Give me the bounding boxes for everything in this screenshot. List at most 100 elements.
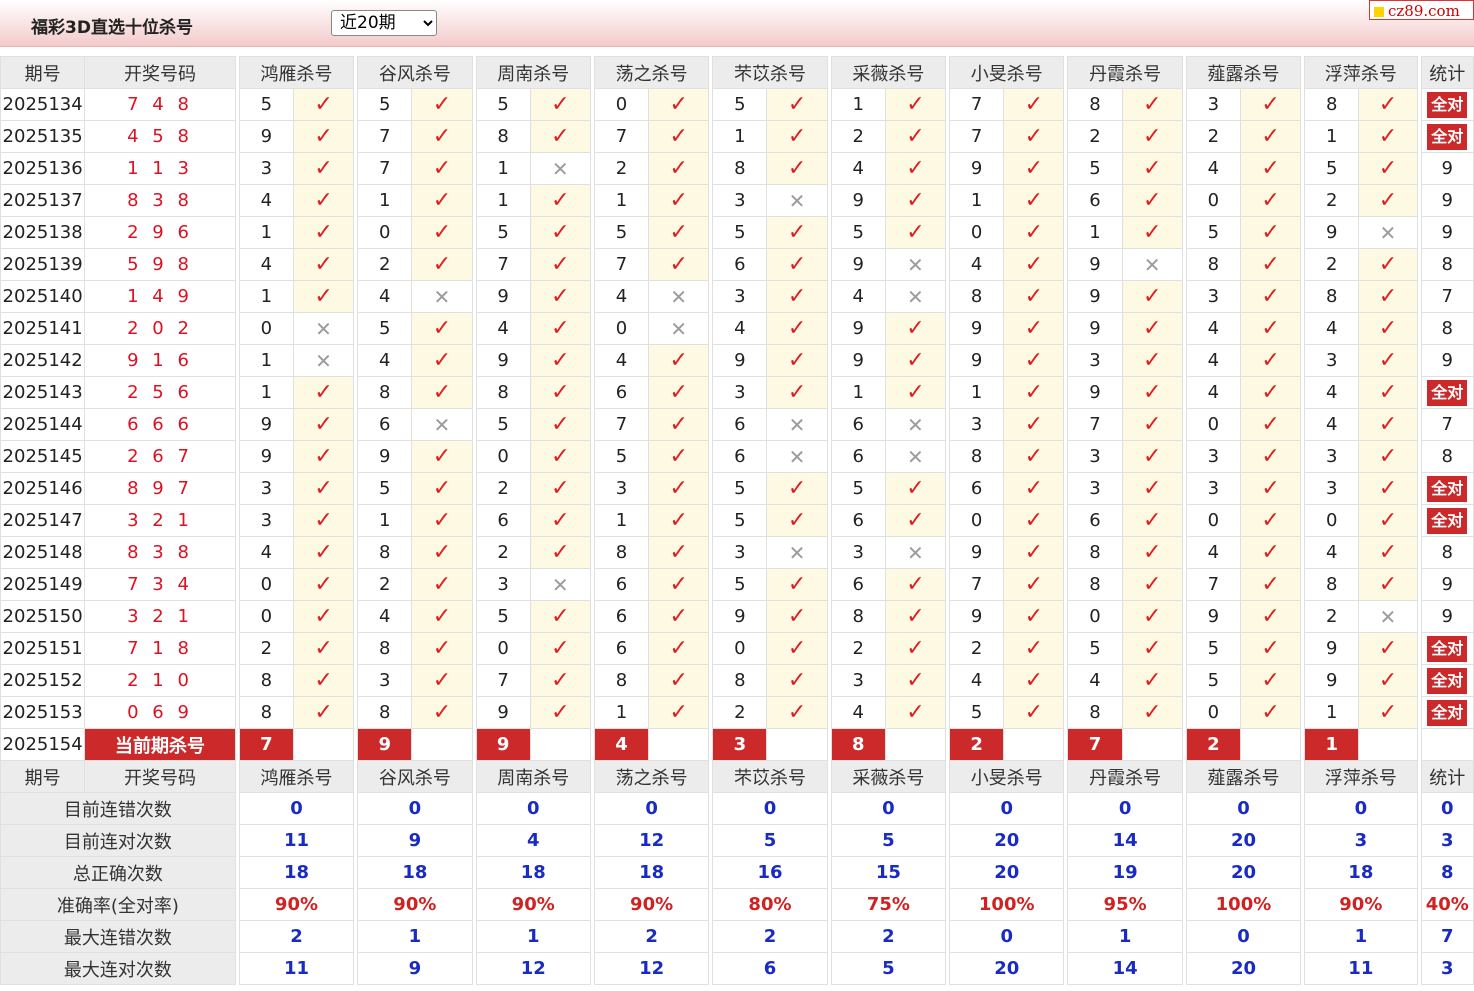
check-icon: ✓	[1024, 252, 1044, 277]
all-correct-badge: 全对	[1427, 475, 1468, 502]
stat-value: 8	[1441, 254, 1453, 275]
stat-cell: 全对	[1420, 632, 1474, 665]
result-mark: ✓	[411, 440, 473, 473]
result-mark: ✓	[884, 472, 947, 505]
kill-number: 9	[1304, 216, 1360, 249]
result-mark: ✓	[1003, 216, 1065, 249]
check-icon: ✓	[787, 156, 807, 181]
summary-row: 最大连对次数 11 9 12 12 6 5 20 14 20 11 3	[0, 952, 1474, 985]
check-icon: ✓	[1142, 380, 1162, 405]
logo-square-icon	[1374, 7, 1384, 17]
current-kill-number: 7	[1067, 728, 1123, 761]
kill-number: 1	[593, 696, 650, 729]
header-draw: 开奖号码	[84, 56, 236, 89]
result-mark: ✓	[648, 504, 710, 537]
kill-number: 3	[1067, 344, 1123, 377]
check-icon: ✓	[1142, 188, 1162, 213]
header-issue: 期号	[0, 760, 86, 793]
all-correct-badge: 全对	[1427, 379, 1468, 406]
result-mark: ✓	[1239, 280, 1302, 313]
check-icon: ✓	[551, 380, 570, 405]
header-expert: 芣苡杀号	[712, 760, 828, 793]
result-mark: ✓	[766, 312, 828, 345]
result-mark: ✓	[529, 376, 591, 409]
result-mark: ✓	[529, 472, 591, 505]
check-icon: ✓	[551, 668, 570, 693]
check-icon: ✓	[1261, 156, 1280, 181]
result-mark: ✓	[648, 568, 710, 601]
check-icon: ✓	[1024, 316, 1044, 341]
check-icon: ✓	[1261, 476, 1280, 501]
site-logo[interactable]: cz89.com	[1369, 0, 1474, 20]
result-mark: ✕	[292, 344, 355, 377]
check-icon: ✓	[906, 92, 925, 117]
check-icon: ✓	[432, 316, 452, 341]
summary-value: 19	[1067, 856, 1183, 889]
check-icon: ✓	[1142, 220, 1162, 245]
kill-number: 8	[830, 600, 886, 633]
summary-stat: 8	[1420, 856, 1474, 889]
result-mark: ✓	[1003, 184, 1065, 217]
kill-number: 5	[475, 88, 531, 121]
result-mark: ✓	[1239, 216, 1302, 249]
header-expert: 周南杀号	[475, 760, 591, 793]
period-select[interactable]: 近20期	[331, 10, 437, 36]
check-icon: ✓	[669, 380, 688, 405]
result-mark: ✓	[292, 88, 355, 121]
kill-number: 4	[238, 248, 294, 281]
check-icon: ✓	[1024, 476, 1044, 501]
check-icon: ✓	[669, 348, 688, 373]
cross-icon: ✕	[907, 444, 924, 469]
kill-number: 5	[475, 408, 531, 441]
kill-number: 6	[712, 408, 768, 441]
result-mark: ✓	[1358, 88, 1418, 121]
cross-icon: ✕	[670, 284, 688, 309]
summary-value: 20	[949, 856, 1065, 889]
check-icon: ✓	[314, 540, 333, 565]
current-empty-cell	[1003, 728, 1065, 761]
check-icon: ✓	[314, 284, 333, 309]
cross-icon: ✕	[1379, 604, 1397, 629]
kill-number: 7	[593, 408, 650, 441]
check-icon: ✓	[1261, 380, 1280, 405]
summary-value: 2	[593, 920, 710, 953]
check-icon: ✓	[1024, 92, 1044, 117]
result-mark: ✕	[766, 440, 828, 473]
kill-number: 0	[238, 568, 294, 601]
issue-number: 2025136	[0, 152, 86, 185]
summary-value: 11	[238, 952, 355, 985]
kill-number: 4	[830, 280, 886, 313]
kill-number: 5	[475, 600, 531, 633]
check-icon: ✓	[314, 508, 333, 533]
kill-number: 8	[238, 664, 294, 697]
kill-number: 4	[1185, 344, 1241, 377]
kill-number: 4	[1304, 376, 1360, 409]
check-icon: ✓	[1024, 348, 1044, 373]
header-expert: 周南杀号	[475, 56, 591, 89]
table-row: 2025144 6 6 6 9 ✓ 6 ✕ 5 ✓ 7 ✓ 6 ✕ 6 ✕ 3 ✓ 7 ✓ 0 ✓ 4 ✓ 7	[0, 408, 1474, 441]
check-icon: ✓	[1024, 220, 1044, 245]
kill-number: 6	[949, 472, 1005, 505]
result-mark: ✕	[1358, 216, 1418, 249]
cross-icon: ✕	[551, 156, 569, 181]
kill-number: 1	[357, 504, 413, 537]
kill-number: 7	[1067, 408, 1123, 441]
summary-value: 75%	[830, 888, 947, 921]
result-mark: ✓	[1358, 344, 1418, 377]
check-icon: ✓	[787, 604, 807, 629]
kill-number: 7	[949, 120, 1005, 153]
current-kill-number: 2	[1185, 728, 1241, 761]
check-icon: ✓	[1378, 412, 1398, 437]
summary-value: 20	[1185, 856, 1302, 889]
cross-icon: ✕	[433, 284, 451, 309]
check-icon: ✓	[1024, 444, 1044, 469]
result-mark: ✓	[766, 600, 828, 633]
check-icon: ✓	[1378, 540, 1398, 565]
check-icon: ✓	[1142, 540, 1162, 565]
check-icon: ✓	[787, 508, 807, 533]
result-mark: ✓	[766, 664, 828, 697]
result-mark: ✓	[1003, 280, 1065, 313]
summary-stat: 7	[1420, 920, 1474, 953]
issue-number: 2025137	[0, 184, 86, 217]
header-expert: 小旻杀号	[949, 760, 1065, 793]
